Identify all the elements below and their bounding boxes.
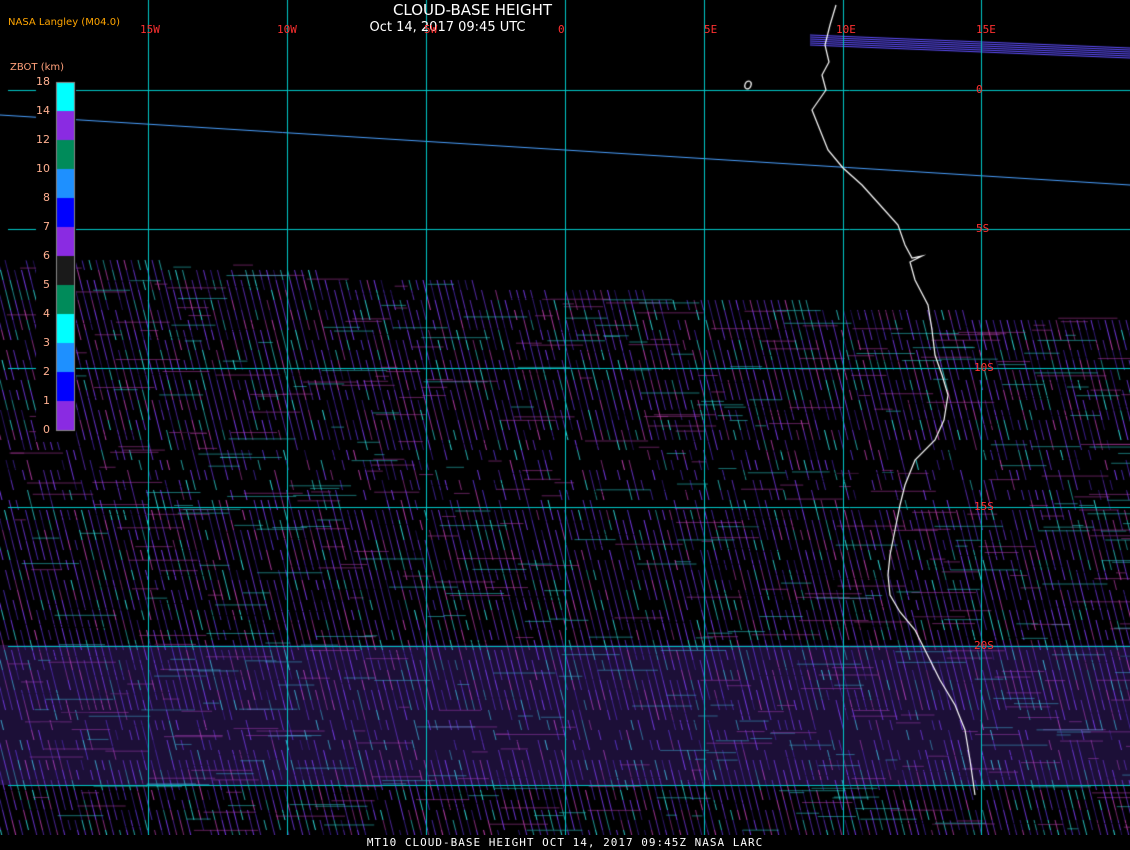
latitude-label: 10S — [974, 361, 994, 374]
legend-tick: 12 — [36, 133, 50, 146]
legend-tick: 18 — [36, 75, 50, 88]
legend-tick: 7 — [43, 220, 50, 233]
longitude-label: 15E — [976, 23, 996, 36]
longitude-label: 5E — [704, 23, 718, 36]
longitude-label: 10W — [277, 23, 297, 36]
longitude-label: 15W — [140, 23, 160, 36]
product-title: CLOUD-BASE HEIGHT — [392, 1, 553, 19]
legend-tick: 1 — [43, 394, 50, 407]
footer-caption: MT10 CLOUD-BASE HEIGHT OCT 14, 2017 09:4… — [0, 835, 1130, 850]
longitude-label: 5W — [424, 23, 438, 36]
latitude-label: 5S — [976, 222, 990, 235]
legend-tick: 4 — [43, 307, 50, 320]
legend-tick: 14 — [36, 104, 50, 117]
longitude-label: 0 — [558, 23, 565, 36]
legend-tick: 5 — [43, 278, 50, 291]
source-credit: NASA Langley (M04.0) — [8, 17, 120, 28]
legend-tick: 10 — [36, 162, 50, 175]
legend-tick: 8 — [43, 191, 50, 204]
satellite-map-canvas — [0, 0, 1130, 850]
latitude-label: 0 — [976, 83, 983, 96]
legend-tick: 2 — [43, 365, 50, 378]
legend-tick: 0 — [43, 423, 50, 436]
latitude-label: 15S — [974, 500, 994, 513]
timestamp-subtitle: Oct 14, 2017 09:45 UTC — [369, 20, 526, 35]
longitude-label: 10E — [836, 23, 856, 36]
legend-tick: 3 — [43, 336, 50, 349]
legend-title: ZBOT (km) — [10, 62, 65, 73]
latitude-label: 20S — [974, 639, 994, 652]
legend-tick: 6 — [43, 249, 50, 262]
map-viewer: CLOUD-BASE HEIGHT Oct 14, 2017 09:45 UTC… — [0, 0, 1130, 850]
